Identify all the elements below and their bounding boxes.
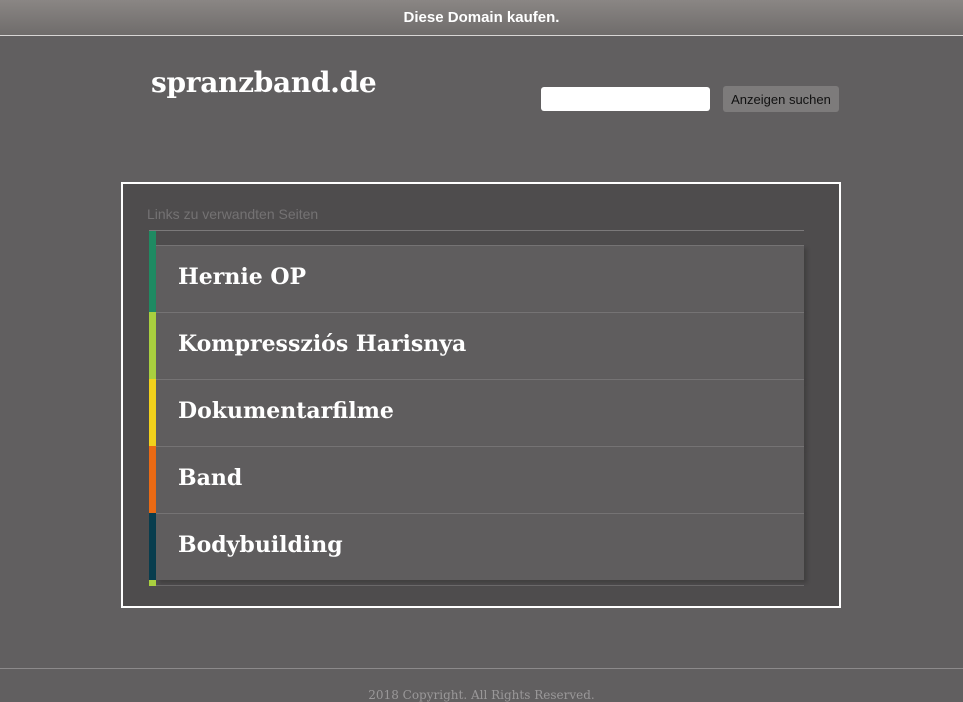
related-link-bodybuilding[interactable]: Bodybuilding: [149, 513, 804, 580]
footer-divider: [0, 668, 963, 669]
related-link-hernie-op[interactable]: Hernie OP: [149, 245, 804, 312]
link-label: Hernie OP: [178, 264, 307, 290]
site-title[interactable]: spranzband.de: [151, 66, 377, 99]
bottom-accent-stripe: [149, 580, 156, 586]
related-link-kompresszios-harisnya[interactable]: Kompressziós Harisnya: [149, 312, 804, 379]
link-accent-bar: [149, 513, 156, 580]
link-panel: [156, 446, 804, 513]
link-label: Band: [178, 465, 243, 491]
top-accent-stripe: [149, 231, 156, 245]
domain-sale-bar: Diese Domain kaufen.: [0, 0, 963, 36]
list-bottom-divider: [156, 585, 804, 586]
link-accent-bar: [149, 379, 156, 446]
related-link-dokumentarfilme[interactable]: Dokumentarfilme: [149, 379, 804, 446]
link-label: Kompressziós Harisnya: [178, 331, 467, 357]
related-links-box: Links zu verwandten Seiten Hernie OP Kom…: [121, 182, 841, 608]
related-link-band[interactable]: Band: [149, 446, 804, 513]
link-accent-bar: [149, 312, 156, 379]
buy-domain-link[interactable]: Diese Domain kaufen.: [404, 9, 560, 26]
link-label: Bodybuilding: [178, 532, 343, 558]
related-links-heading: Links zu verwandten Seiten: [147, 206, 319, 222]
link-accent-bar: [149, 446, 156, 513]
link-accent-bar: [149, 245, 156, 312]
link-label: Dokumentarfilme: [178, 398, 394, 424]
search-ads-button[interactable]: Anzeigen suchen: [723, 86, 839, 112]
related-links-list: Hernie OP Kompressziós Harisnya Dokument…: [149, 231, 804, 586]
search-input[interactable]: [541, 87, 710, 111]
